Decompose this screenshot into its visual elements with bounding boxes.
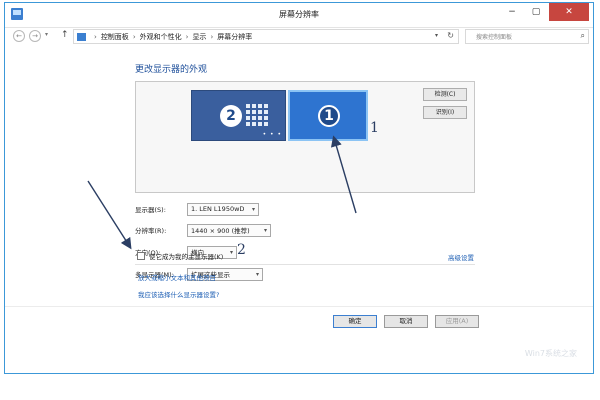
- arrow-to-checkbox: [87, 180, 132, 250]
- annotation-label-1: 1: [370, 120, 379, 136]
- annotation-arrows: [87, 135, 357, 250]
- annotation-label-2: 2: [237, 242, 246, 258]
- arrow-to-monitor-1: [330, 135, 357, 214]
